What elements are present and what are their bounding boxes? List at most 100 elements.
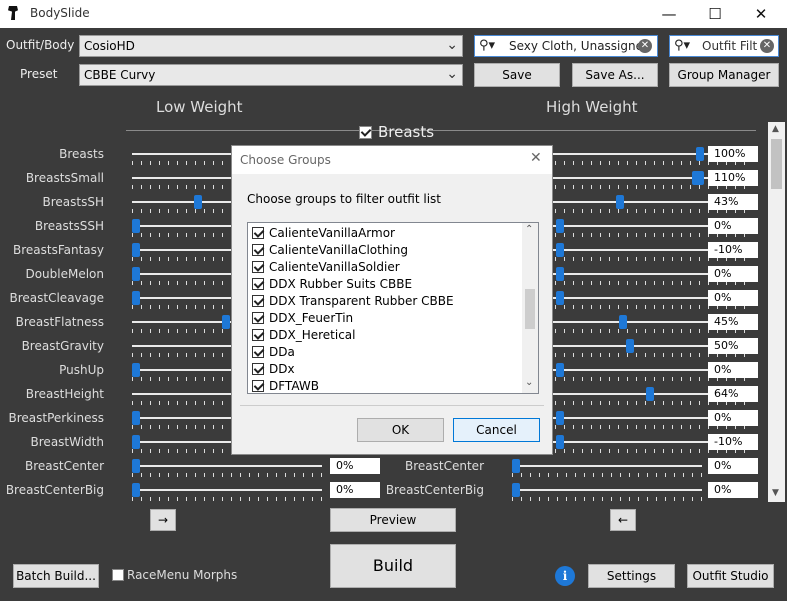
high-weight-value[interactable]: -10% bbox=[708, 434, 758, 450]
slider-label: BreastPerkiness bbox=[8, 411, 105, 425]
scroll-down-icon[interactable]: ▼ bbox=[772, 488, 779, 498]
group-checkbox[interactable] bbox=[252, 311, 264, 324]
low-weight-thumb[interactable] bbox=[132, 267, 140, 281]
low-weight-slider[interactable] bbox=[132, 489, 322, 491]
high-weight-thumb[interactable] bbox=[556, 411, 564, 425]
groups-scroll-thumb[interactable] bbox=[525, 289, 535, 329]
groups-scrollbar[interactable]: ⌃ ⌄ bbox=[522, 223, 538, 393]
group-list-item[interactable]: DDa bbox=[250, 343, 522, 360]
high-weight-value[interactable]: 0% bbox=[708, 482, 758, 498]
group-list-item[interactable]: DDX_FeuerTin bbox=[250, 309, 522, 326]
slider-scrollbar[interactable]: ▲ ▼ bbox=[768, 122, 785, 502]
slider-label: BreastCleavage bbox=[9, 291, 105, 305]
high-weight-value[interactable]: 0% bbox=[708, 410, 758, 426]
dialog-close-icon[interactable]: ✕ bbox=[530, 150, 542, 166]
high-weight-thumb[interactable] bbox=[556, 435, 564, 449]
low-weight-thumb[interactable] bbox=[132, 483, 140, 497]
low-weight-thumb[interactable] bbox=[132, 435, 140, 449]
high-weight-value[interactable]: 45% bbox=[708, 314, 758, 330]
low-weight-value[interactable]: 0% bbox=[330, 458, 380, 474]
group-name: DFTAWB bbox=[269, 378, 319, 393]
high-weight-thumb[interactable] bbox=[556, 267, 564, 281]
low-weight-thumb[interactable] bbox=[132, 219, 140, 233]
ok-button[interactable]: OK bbox=[357, 418, 444, 442]
high-weight-thumb[interactable] bbox=[626, 339, 634, 353]
high-weight-thumb[interactable] bbox=[512, 483, 520, 497]
chevron-down-icon[interactable]: ⌄ bbox=[525, 377, 533, 388]
group-list-item[interactable]: DDx bbox=[250, 360, 522, 377]
preview-button[interactable]: Preview bbox=[330, 508, 456, 532]
high-weight-value[interactable]: 100% bbox=[708, 146, 758, 162]
high-weight-value[interactable]: 0% bbox=[708, 218, 758, 234]
high-weight-value[interactable]: 64% bbox=[708, 386, 758, 402]
group-checkbox[interactable] bbox=[252, 260, 264, 273]
copy-left-button[interactable]: ← bbox=[610, 509, 636, 531]
high-weight-thumb[interactable] bbox=[696, 171, 704, 185]
group-checkbox[interactable] bbox=[252, 362, 264, 375]
slider-label: BreastHeight bbox=[25, 387, 104, 401]
low-weight-thumb[interactable] bbox=[132, 363, 140, 377]
racemenu-checkbox[interactable] bbox=[112, 569, 124, 581]
group-list-item[interactable]: DDX Transparent Rubber CBBE bbox=[250, 292, 522, 309]
group-checkbox[interactable] bbox=[252, 294, 264, 307]
low-weight-thumb[interactable] bbox=[132, 411, 140, 425]
high-weight-value[interactable]: 0% bbox=[708, 290, 758, 306]
high-weight-slider[interactable] bbox=[512, 465, 702, 467]
high-weight-thumb[interactable] bbox=[616, 195, 625, 209]
low-weight-thumb[interactable] bbox=[132, 243, 140, 257]
high-weight-value[interactable]: 43% bbox=[708, 194, 758, 210]
low-weight-thumb[interactable] bbox=[193, 195, 202, 209]
high-weight-value[interactable]: 0% bbox=[708, 458, 758, 474]
group-list-item[interactable]: CalienteVanillaSoldier bbox=[250, 258, 522, 275]
build-button[interactable]: Build bbox=[330, 544, 456, 588]
copy-right-button[interactable]: → bbox=[150, 509, 176, 531]
info-icon[interactable]: i bbox=[555, 566, 575, 586]
dialog-divider bbox=[240, 405, 544, 406]
group-checkbox[interactable] bbox=[252, 379, 264, 392]
scroll-thumb[interactable] bbox=[771, 139, 782, 189]
low-weight-thumb[interactable] bbox=[221, 315, 230, 329]
high-weight-value[interactable]: 0% bbox=[708, 266, 758, 282]
group-list-item[interactable]: DDX Rubber Suits CBBE bbox=[250, 275, 522, 292]
high-weight-value[interactable]: 50% bbox=[708, 338, 758, 354]
slider-ticks bbox=[132, 497, 322, 501]
high-weight-thumb[interactable] bbox=[696, 147, 704, 161]
high-weight-value[interactable]: -10% bbox=[708, 242, 758, 258]
high-weight-value[interactable]: 110% bbox=[708, 170, 758, 186]
group-checkbox[interactable] bbox=[252, 345, 264, 358]
cancel-button[interactable]: Cancel bbox=[453, 418, 540, 442]
group-checkbox[interactable] bbox=[252, 243, 264, 256]
high-weight-thumb[interactable] bbox=[556, 363, 564, 377]
low-weight-thumb[interactable] bbox=[132, 459, 140, 473]
high-weight-thumb[interactable] bbox=[556, 243, 564, 257]
slider-label: BreastWidth bbox=[30, 435, 104, 449]
settings-button[interactable]: Settings bbox=[588, 564, 675, 588]
group-name: DDa bbox=[269, 344, 295, 359]
group-checkbox[interactable] bbox=[252, 328, 264, 341]
high-weight-thumb[interactable] bbox=[556, 291, 564, 305]
group-list-item[interactable]: CalienteVanillaArmor bbox=[250, 224, 522, 241]
group-checkbox[interactable] bbox=[252, 226, 264, 239]
group-list-item[interactable]: DDX_Heretical bbox=[250, 326, 522, 343]
high-weight-slider[interactable] bbox=[512, 489, 702, 491]
low-weight-value[interactable]: 0% bbox=[330, 482, 380, 498]
high-weight-value[interactable]: 0% bbox=[708, 362, 758, 378]
scroll-up-icon[interactable]: ▲ bbox=[772, 124, 779, 134]
batch-build-button[interactable]: Batch Build... bbox=[13, 564, 99, 588]
low-weight-slider[interactable] bbox=[132, 465, 322, 467]
group-list-item[interactable]: CalienteVanillaClothing bbox=[250, 241, 522, 258]
group-name: CalienteVanillaSoldier bbox=[269, 259, 400, 274]
high-weight-thumb[interactable] bbox=[556, 219, 564, 233]
group-name: CalienteVanillaClothing bbox=[269, 242, 408, 257]
high-weight-thumb[interactable] bbox=[645, 387, 654, 401]
high-weight-thumb[interactable] bbox=[512, 459, 520, 473]
group-checkbox[interactable] bbox=[252, 277, 264, 290]
high-weight-thumb[interactable] bbox=[619, 315, 627, 329]
group-list-item[interactable]: DFTAWB bbox=[250, 377, 522, 393]
chevron-up-icon[interactable]: ⌃ bbox=[525, 224, 533, 235]
outfit-studio-button[interactable]: Outfit Studio bbox=[687, 564, 774, 588]
low-weight-thumb[interactable] bbox=[132, 291, 140, 305]
groups-list[interactable]: CalienteVanillaArmor CalienteVanillaCloth… bbox=[247, 222, 539, 394]
slider-label: BreastCenterBig bbox=[5, 483, 104, 497]
dialog-prompt: Choose groups to filter outfit list bbox=[247, 192, 441, 206]
